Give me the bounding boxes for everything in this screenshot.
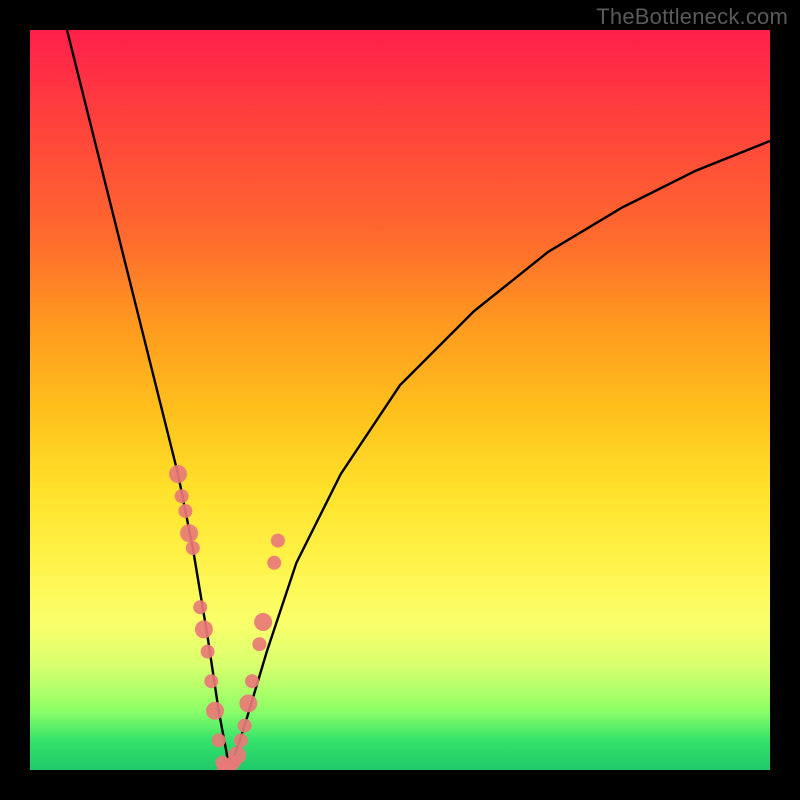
dot	[238, 719, 252, 733]
dot	[245, 674, 259, 688]
dot	[267, 556, 281, 570]
plot-area	[30, 30, 770, 770]
dot	[239, 694, 257, 712]
dot	[175, 489, 189, 503]
dot	[180, 524, 198, 542]
dot	[228, 746, 246, 764]
dot	[178, 504, 192, 518]
dot	[252, 637, 266, 651]
dot	[254, 613, 272, 631]
dot	[193, 600, 207, 614]
dot	[186, 541, 200, 555]
watermark-text: TheBottleneck.com	[596, 4, 788, 30]
curve-svg	[30, 30, 770, 770]
bottleneck-curve-path	[67, 30, 770, 770]
dot	[271, 534, 285, 548]
chart-frame: TheBottleneck.com	[0, 0, 800, 800]
dot	[195, 620, 213, 638]
dot	[206, 702, 224, 720]
dot	[234, 733, 248, 747]
dot	[169, 465, 187, 483]
dot	[212, 733, 226, 747]
dot	[204, 674, 218, 688]
salmon-dots-group	[169, 465, 285, 770]
dot	[201, 645, 215, 659]
